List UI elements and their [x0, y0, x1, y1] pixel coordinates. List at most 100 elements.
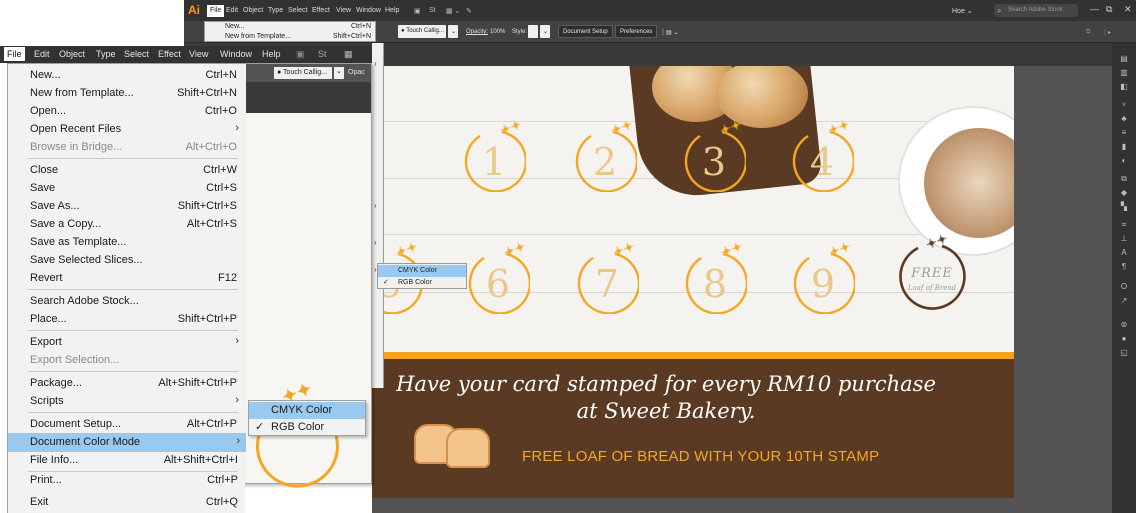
cmyk-color-option[interactable]: CMYK Color — [249, 402, 365, 419]
export-icon[interactable]: ↗ — [1119, 297, 1129, 305]
libraries-icon[interactable]: ▤ — [1119, 55, 1129, 63]
ai-menu-help[interactable]: Help — [385, 7, 399, 14]
ai-cmyk-color-option[interactable]: CMYK Color — [378, 265, 466, 277]
fg-menu-help[interactable]: Help — [262, 49, 281, 59]
ai-file-menu-edge: › › › › — [372, 43, 384, 388]
symbols-icon[interactable]: ♣ — [1119, 115, 1129, 123]
menu-item-new[interactable]: New... Ctrl+N — [8, 66, 371, 85]
promo-line-1: Have your card stamped for every RM10 pu… — [396, 372, 936, 396]
opacity-value[interactable]: 100% — [490, 29, 505, 35]
brushes-icon[interactable]: ♆ — [1119, 101, 1129, 109]
stamp-number: 1 — [481, 140, 507, 184]
panel-icon[interactable]: ⧉ — [1086, 29, 1090, 36]
bridge-icon[interactable]: ▣ — [296, 49, 305, 60]
stamp-number: 4 — [809, 140, 835, 184]
bridge-icon[interactable]: ▣ — [414, 7, 421, 15]
menu-item-save-template[interactable]: Save as Template... — [8, 233, 371, 252]
ai-menu-file[interactable]: File — [207, 5, 225, 17]
arrange-icon[interactable]: ▦ ⌄ — [446, 7, 460, 15]
menu-item-package[interactable]: Package... Alt+Shift+Ctrl+P — [8, 374, 371, 393]
fg-menu-type[interactable]: Type — [96, 49, 116, 59]
menu-item-save-copy[interactable]: Save a Copy... Alt+Ctrl+S — [8, 215, 371, 234]
menu-item-save-as[interactable]: Save As... Shift+Ctrl+S — [8, 197, 371, 216]
plank-line — [318, 234, 1014, 235]
ai-menu-effect[interactable]: Effect — [312, 7, 330, 14]
ai-menu-item-new[interactable]: New... Ctrl+N — [205, 22, 375, 32]
chevron-right-icon: › — [235, 335, 239, 347]
pen-icon[interactable]: ✎ — [466, 7, 472, 15]
transparency-icon[interactable]: ◐ — [1119, 157, 1129, 165]
close-icon[interactable]: ✕ — [1124, 4, 1132, 15]
menu-item-new-from-template[interactable]: New from Template... Shift+Ctrl+N — [8, 84, 371, 103]
layers-icon[interactable]: ◧ — [1119, 83, 1129, 91]
menu-item-print[interactable]: Print... Ctrl+P — [8, 471, 246, 490]
opacity-label[interactable]: Opacity: — [466, 29, 488, 35]
color-icon[interactable]: ● — [1119, 335, 1129, 343]
stroke-icon[interactable]: ≡ — [1119, 129, 1129, 137]
menu-item-place[interactable]: Place... Shift+Ctrl+P — [8, 310, 371, 329]
stock-icon[interactable]: St — [429, 7, 436, 14]
align-panel-icon[interactable]: ⊥ — [1119, 235, 1129, 243]
menu-item-close[interactable]: Close Ctrl+W — [8, 161, 371, 180]
rgb-color-option[interactable]: ✓ RGB Color — [249, 419, 365, 436]
right-panel-dock: ▤ ▥ ◧ ♆ ♣ ≡ ▮ ◐ ⧉ ◆ ▚ ⌗ ⊥ A ¶ O ↗ ⊚ ● ◱ — [1112, 43, 1136, 513]
paragraph-icon[interactable]: ¶ — [1119, 263, 1129, 271]
ai-menu-object[interactable]: Object — [243, 7, 263, 14]
gradient-icon[interactable]: ▮ — [1119, 143, 1129, 151]
fg-menu-file[interactable]: File — [4, 47, 25, 61]
brush-dropdown-arrow[interactable]: ⌄ — [448, 25, 458, 38]
stock-search-input[interactable]: ⌕ Search Adobe Stock — [994, 4, 1078, 17]
stamp-1: ✦✦ 1 — [462, 117, 528, 193]
ai-rgb-color-option[interactable]: ✓ RGB Color — [378, 277, 466, 289]
stamp-number: 7 — [594, 262, 620, 306]
menu-item-revert[interactable]: Revert F12 — [8, 269, 371, 288]
menu-item-search-stock[interactable]: Search Adobe Stock... — [8, 292, 371, 311]
swatches-icon[interactable]: ▚ — [1119, 203, 1129, 211]
transform-icon[interactable]: ⌗ — [1119, 221, 1129, 229]
restore-icon[interactable]: ⧉ — [1106, 4, 1112, 15]
fg-menu-view[interactable]: View — [189, 49, 208, 59]
ai-menu-view[interactable]: View — [336, 7, 351, 14]
style-swatch[interactable] — [528, 25, 538, 38]
menu-item-exit[interactable]: Exit Ctrl+Q — [8, 493, 246, 512]
style-dropdown-arrow[interactable]: ⌄ — [540, 25, 550, 38]
graphic-styles-icon[interactable]: ◆ — [1119, 189, 1129, 197]
character-icon[interactable]: A — [1119, 249, 1129, 257]
links-icon[interactable]: ⊚ — [1119, 321, 1129, 329]
stamp-6: ✦✦ 6 — [466, 239, 532, 315]
fg-menu-effect[interactable]: Effect — [158, 49, 181, 59]
ai-menu-edit[interactable]: Edit — [226, 7, 238, 14]
menu-item-file-info[interactable]: File Info... Alt+Shift+Ctrl+I — [8, 451, 246, 470]
align-icon[interactable]: ⋮▸ — [1102, 29, 1111, 36]
menu-item-open[interactable]: Open... Ctrl+O — [8, 102, 371, 121]
arrange-icon[interactable]: ▦ — [344, 49, 353, 60]
fg-menu-window[interactable]: Window — [220, 49, 252, 59]
preferences-button[interactable]: Preferences — [615, 25, 658, 38]
menu-item-export[interactable]: Export › — [8, 333, 371, 352]
properties-icon[interactable]: ▥ — [1119, 69, 1129, 77]
menu-item-open-recent[interactable]: Open Recent Files › — [8, 120, 371, 139]
menu-item-save[interactable]: Save Ctrl+S — [8, 179, 371, 198]
ai-menu-item-new-template[interactable]: New from Template... Shift+Ctrl+N — [205, 32, 375, 42]
fg-menu-select[interactable]: Select — [124, 49, 149, 59]
opentype-icon[interactable]: O — [1119, 283, 1129, 291]
fg-menu-object[interactable]: Object — [59, 49, 85, 59]
free-title: FREE — [911, 266, 953, 281]
document-setup-button[interactable]: Document Setup — [558, 25, 613, 38]
menu-item-document-color-mode[interactable]: Document Color Mode › — [8, 433, 246, 452]
arrange-documents-icon[interactable]: ⋮▤ ⌄ — [660, 29, 678, 36]
asset-export-icon[interactable]: ◱ — [1119, 349, 1129, 357]
minimize-icon[interactable]: — — [1090, 4, 1099, 14]
submenu-arrow-icon: › — [374, 59, 377, 68]
ai-menu-window[interactable]: Window — [356, 7, 381, 14]
checkmark-icon: ✓ — [383, 279, 389, 286]
workspace-switcher[interactable]: Hoe ⌄ — [952, 7, 973, 15]
ai-menu-type[interactable]: Type — [268, 7, 283, 14]
fg-menu-edit[interactable]: Edit — [34, 49, 50, 59]
stock-icon[interactable]: St — [318, 49, 327, 59]
menu-item-export-selection: Export Selection... — [30, 354, 120, 366]
appearance-icon[interactable]: ⧉ — [1119, 175, 1129, 183]
brush-dropdown[interactable]: ● Touch Callig... — [398, 25, 446, 38]
ai-menu-select[interactable]: Select — [288, 7, 307, 14]
menu-item-save-slices[interactable]: Save Selected Slices... — [8, 251, 371, 270]
